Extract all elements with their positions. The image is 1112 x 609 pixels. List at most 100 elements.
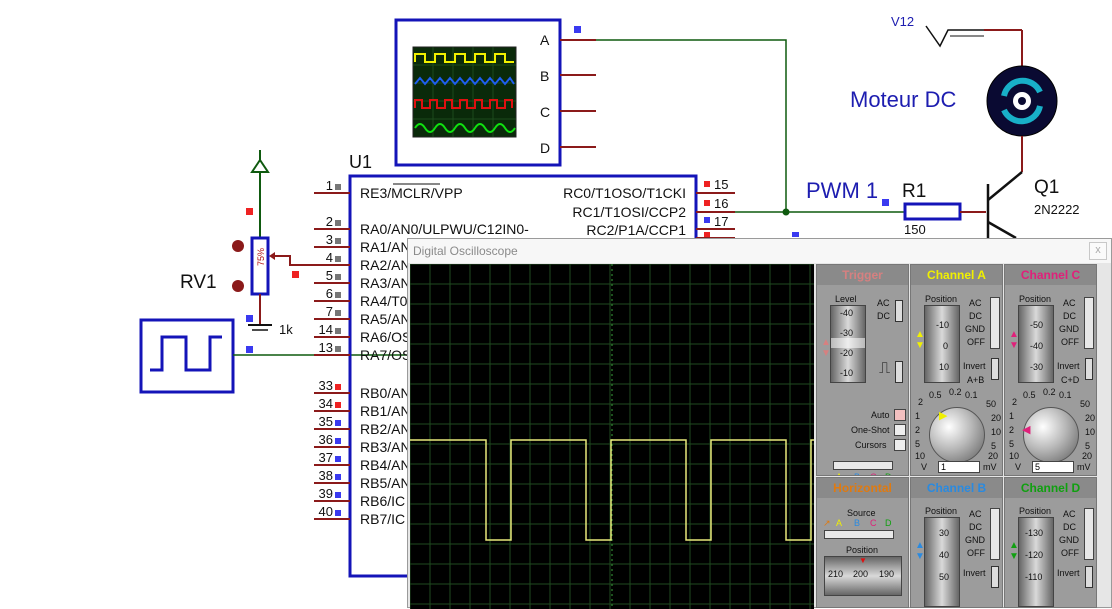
pin-name: RA0/AN0/ULPWU/C12IN0- [360,221,529,237]
a-v-unit: V [921,462,928,472]
a-combine-label: A+B [967,375,985,385]
c-position-slider[interactable]: -50 -40 -30 [1018,305,1054,383]
c-knob-tick: 5 [1085,441,1091,451]
a-pos-tick: -10 [936,320,950,330]
trigger-dc-label: DC [877,311,890,321]
a-position-slider[interactable]: -10 0 10 [924,305,960,383]
a-knob-tick: 20 [991,413,1002,423]
one-shot-button[interactable] [894,424,906,436]
pin-name: RB0/AN [360,385,411,401]
source-a[interactable]: A [836,472,842,475]
pin-num: 36 [319,432,333,447]
c-knob-tick: 10 [1085,427,1096,437]
h-source-d[interactable]: D [885,518,892,528]
oscilloscope-symbol[interactable] [394,18,562,167]
trigger-header: Trigger [817,265,908,285]
horizontal-panel: Horizontal Source ↗ A B C D Position ▼ 2… [816,477,909,608]
one-shot-label: One-Shot [851,425,890,435]
chip-ref: U1 [349,152,372,172]
c-ac-label: AC [1063,298,1076,308]
d-pos-tick: -120 [1025,550,1044,560]
c-pos-tick: -30 [1030,362,1044,372]
h-source-b[interactable]: B [854,518,860,528]
cursors-button[interactable] [894,439,906,451]
h-source-c[interactable]: C [870,518,877,528]
a-volts-per-div-knob[interactable] [929,407,985,463]
horizontal-header: Horizontal [817,478,908,498]
d-coupling-switch[interactable] [1084,508,1094,560]
pin-num: 13 [319,340,333,355]
a-invert-switch[interactable] [991,358,999,380]
a-volts-field[interactable]: 1 [938,461,980,473]
c-coupling-switch[interactable] [1084,297,1094,349]
transistor-ref: Q1 [1034,177,1059,198]
pulse-generator[interactable] [139,318,290,394]
a-knob-tick: 5 [915,439,921,449]
a-coupling-switch[interactable] [990,297,1000,349]
scope-screen[interactable] [410,264,814,609]
level-tick: -30 [840,328,854,338]
pin-name: RB6/IC [360,493,405,509]
a-knob-tick: 0.5 [929,390,942,400]
pin-name: RC1/T1OSI/CCP2 [572,204,686,220]
horizontal-source-label: Source [847,508,876,518]
c-off-label: OFF [1061,337,1079,347]
c-knob-tick: 0.2 [1043,387,1056,397]
pot-percent: 75% [256,248,266,266]
close-button[interactable]: x [1089,242,1107,260]
a-knob-pointer-icon: ▶ [939,410,948,422]
resistor-r1[interactable] [903,202,986,221]
window-title-bar[interactable]: Digital Oscilloscope [408,239,1111,263]
resistor-ref: R1 [902,181,926,202]
d-gnd-label: GND [1059,535,1079,545]
horizontal-source-slider[interactable] [824,530,894,539]
channel-b-panel: Channel B Position 30 40 50 ▲ ▼ AC DC GND… [910,477,1003,608]
b-off-label: OFF [967,548,985,558]
trigger-arrows-icon: ▲ ▼ [821,337,831,359]
h-position-marker-icon: ▼ [859,556,867,565]
b-coupling-switch[interactable] [990,508,1000,560]
v12-supply[interactable] [925,25,1023,70]
trigger-coupling-switch[interactable] [895,300,903,322]
a-knob-tick: 0.2 [949,387,962,397]
pin-num: 14 [319,322,333,337]
pin-num: 5 [326,268,333,283]
a-position-arrows-icon: ▲ ▼ [915,329,925,351]
d-position-slider[interactable]: -130 -120 -110 [1018,517,1054,607]
pin-num: 34 [319,396,333,411]
h-source-a[interactable]: A [836,518,842,528]
c-invert-switch[interactable] [1085,358,1093,380]
c-volts-field[interactable]: 5 [1032,461,1074,473]
c-volts-per-div-knob[interactable] [1023,407,1079,463]
c-knob-tick: 20 [1082,451,1093,461]
trigger-level-slider[interactable]: -40 -30 -20 -10 [830,305,866,383]
pin-num: 6 [326,286,333,301]
d-invert-label: Invert [1057,568,1080,578]
source-b[interactable]: B [854,472,860,475]
source-c[interactable]: C [870,472,877,475]
b-invert-switch[interactable] [991,566,999,588]
pot-ref: RV1 [180,272,217,293]
oscilloscope-window[interactable]: Digital Oscilloscope x Trigger Level -40… [407,238,1112,609]
b-position-slider[interactable]: 30 40 50 [924,517,960,607]
horizontal-position-slider[interactable]: ▼ 210 200 190 [824,556,902,596]
potentiometer[interactable] [232,150,314,331]
transistor-q1[interactable] [986,171,1023,240]
pot-value: 1k [279,322,293,337]
b-dc-label: DC [969,522,982,532]
a-off-label: OFF [967,337,985,347]
auto-button[interactable] [894,409,906,421]
trigger-source-slider[interactable] [833,461,893,470]
a-knob-tick: 2 [918,397,924,407]
dc-motor[interactable] [986,65,1058,172]
c-gnd-label: GND [1059,324,1079,334]
edge-switch[interactable] [895,361,903,383]
scope-pin-label-b: B [540,68,549,84]
b-pos-tick: 30 [939,528,950,538]
a-knob-tick: 10 [915,451,926,461]
source-d[interactable]: D [885,472,892,475]
channel-b-header: Channel B [911,478,1002,498]
a-gnd-label: GND [965,324,985,334]
level-slider-thumb[interactable] [831,338,865,348]
d-invert-switch[interactable] [1085,566,1093,588]
